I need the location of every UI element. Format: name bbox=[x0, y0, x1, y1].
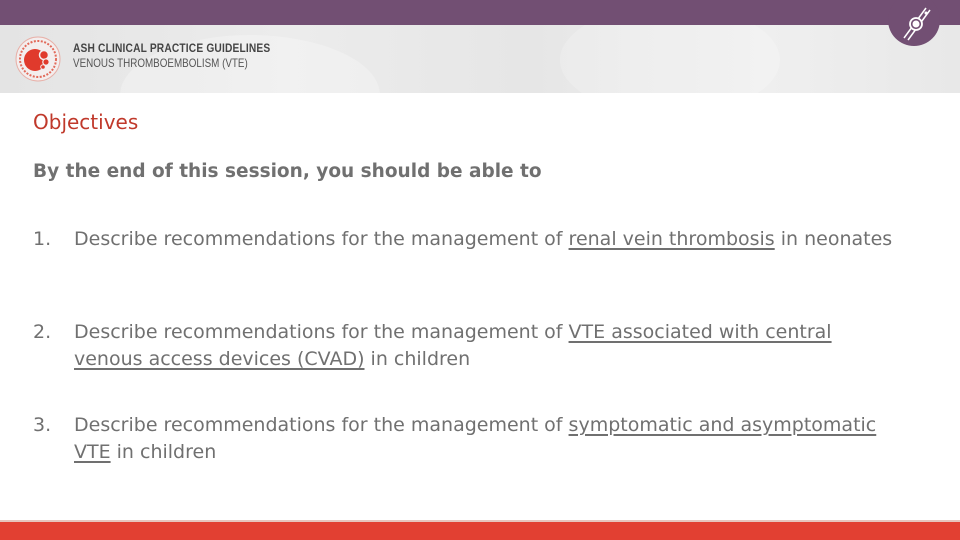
objective-emphasis: renal vein thrombosis bbox=[568, 228, 775, 250]
objective-suffix: in neonates bbox=[774, 228, 893, 250]
header-subtitle: VENOUS THROMBOEMBOLISM (VTE) bbox=[73, 56, 248, 70]
objective-prefix: Describe recommendations for the managem… bbox=[74, 228, 569, 250]
header-org-title: ASH CLINICAL PRACTICE GUIDELINES bbox=[73, 41, 271, 55]
background-cell-shape bbox=[560, 25, 780, 93]
objective-number: 3. bbox=[33, 414, 52, 436]
ash-society-seal-icon bbox=[14, 35, 62, 83]
objective-prefix: Describe recommendations for the managem… bbox=[74, 321, 569, 343]
objective-number: 1. bbox=[33, 228, 52, 250]
objective-text: Describe recommendations for the managem… bbox=[74, 319, 894, 373]
top-bar bbox=[0, 0, 960, 25]
objective-prefix: Describe recommendations for the managem… bbox=[74, 414, 569, 436]
objective-suffix: in children bbox=[364, 348, 471, 370]
header-title-block: ASH CLINICAL PRACTICE GUIDELINES VENOUS … bbox=[73, 41, 305, 71]
objective-number: 2. bbox=[33, 321, 52, 343]
objective-suffix: in children bbox=[110, 441, 217, 463]
vein-catheter-icon bbox=[888, 0, 940, 46]
objective-text: Describe recommendations for the managem… bbox=[74, 226, 894, 253]
objective-text: Describe recommendations for the managem… bbox=[74, 412, 894, 466]
footer-bar bbox=[0, 522, 960, 540]
slide-intro: By the end of this session, you should b… bbox=[33, 161, 542, 182]
slide-title: Objectives bbox=[33, 110, 139, 134]
